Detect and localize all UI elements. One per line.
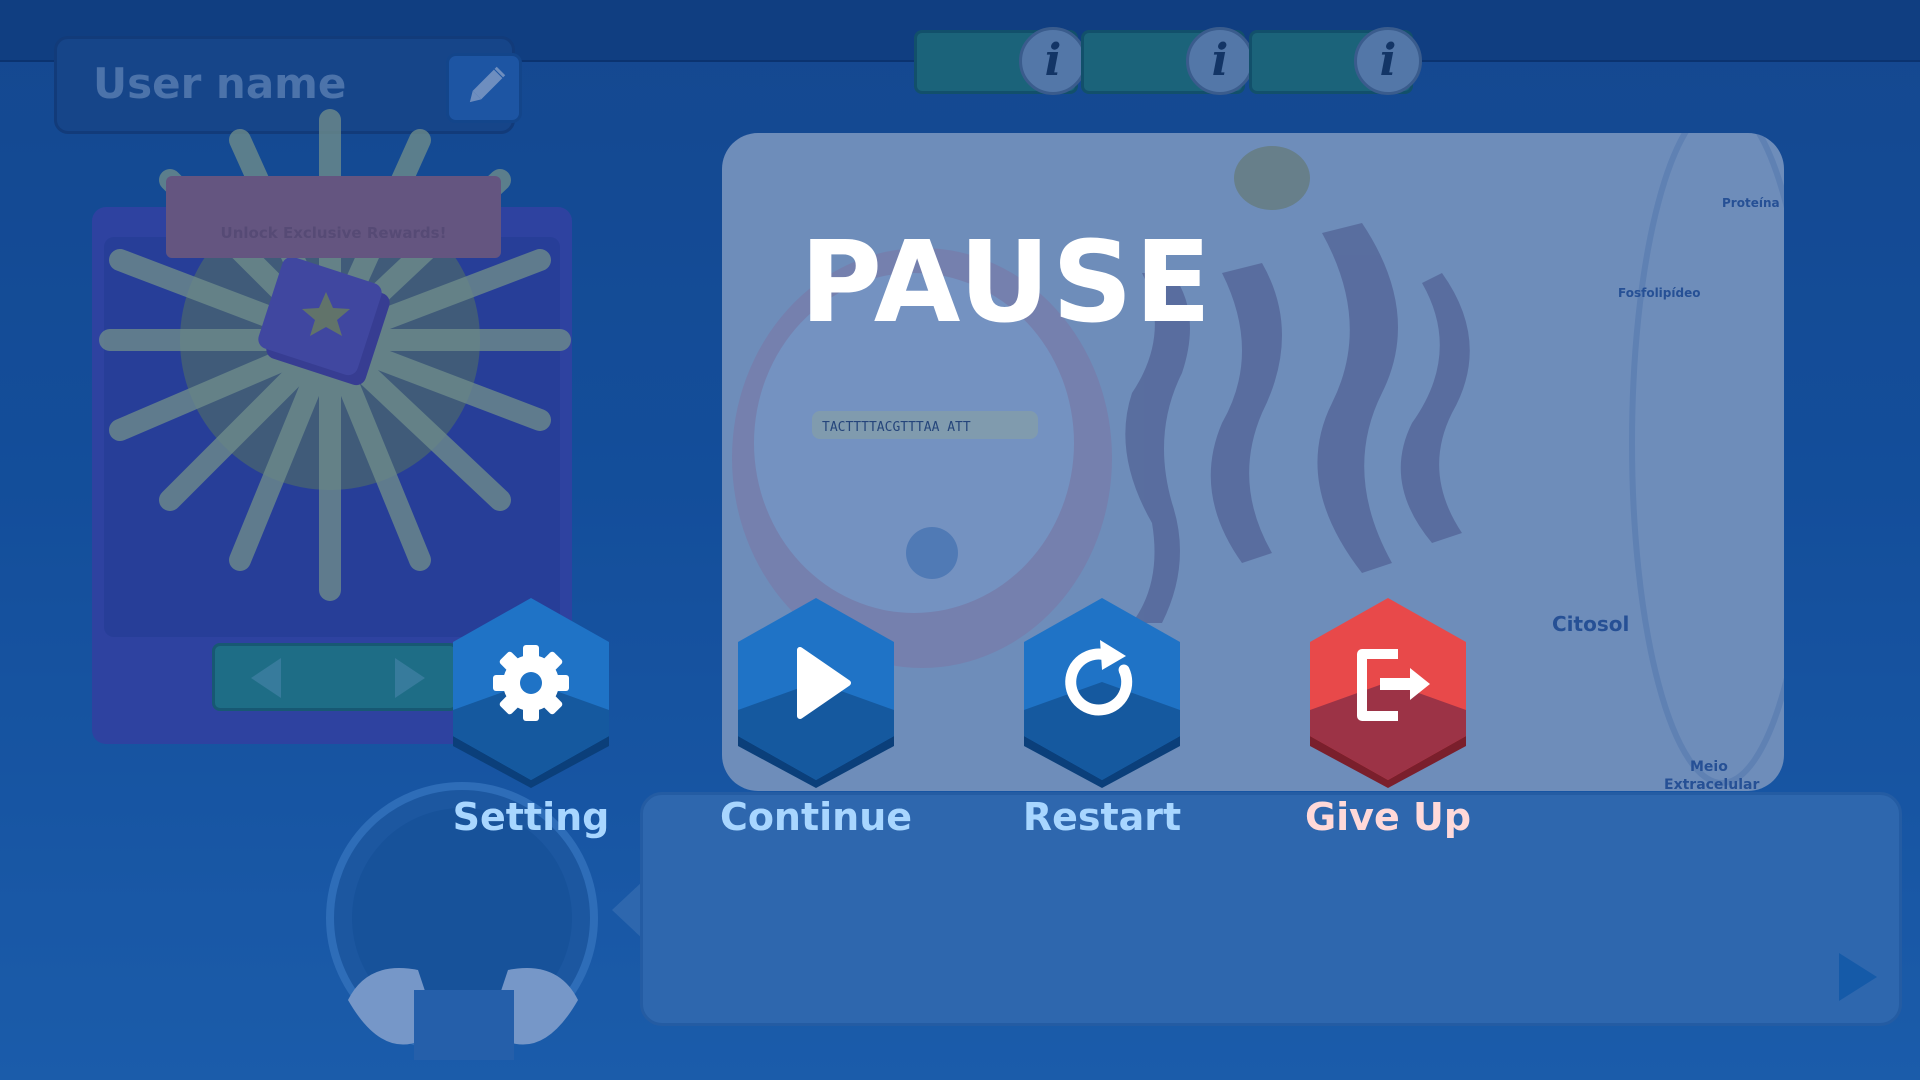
gear-icon: [493, 645, 569, 721]
pause-overlay: [0, 0, 1920, 1080]
give-up-button[interactable]: [1306, 598, 1470, 788]
give-up-label: Give Up: [1304, 795, 1472, 839]
continue-label: Continue: [719, 795, 913, 839]
setting-button[interactable]: [449, 598, 613, 788]
restart-button[interactable]: [1020, 598, 1184, 788]
continue-button[interactable]: [734, 598, 898, 788]
restart-label: Restart: [1022, 795, 1182, 839]
pause-title: PAUSE: [800, 218, 1214, 348]
setting-label: Setting: [452, 795, 610, 839]
